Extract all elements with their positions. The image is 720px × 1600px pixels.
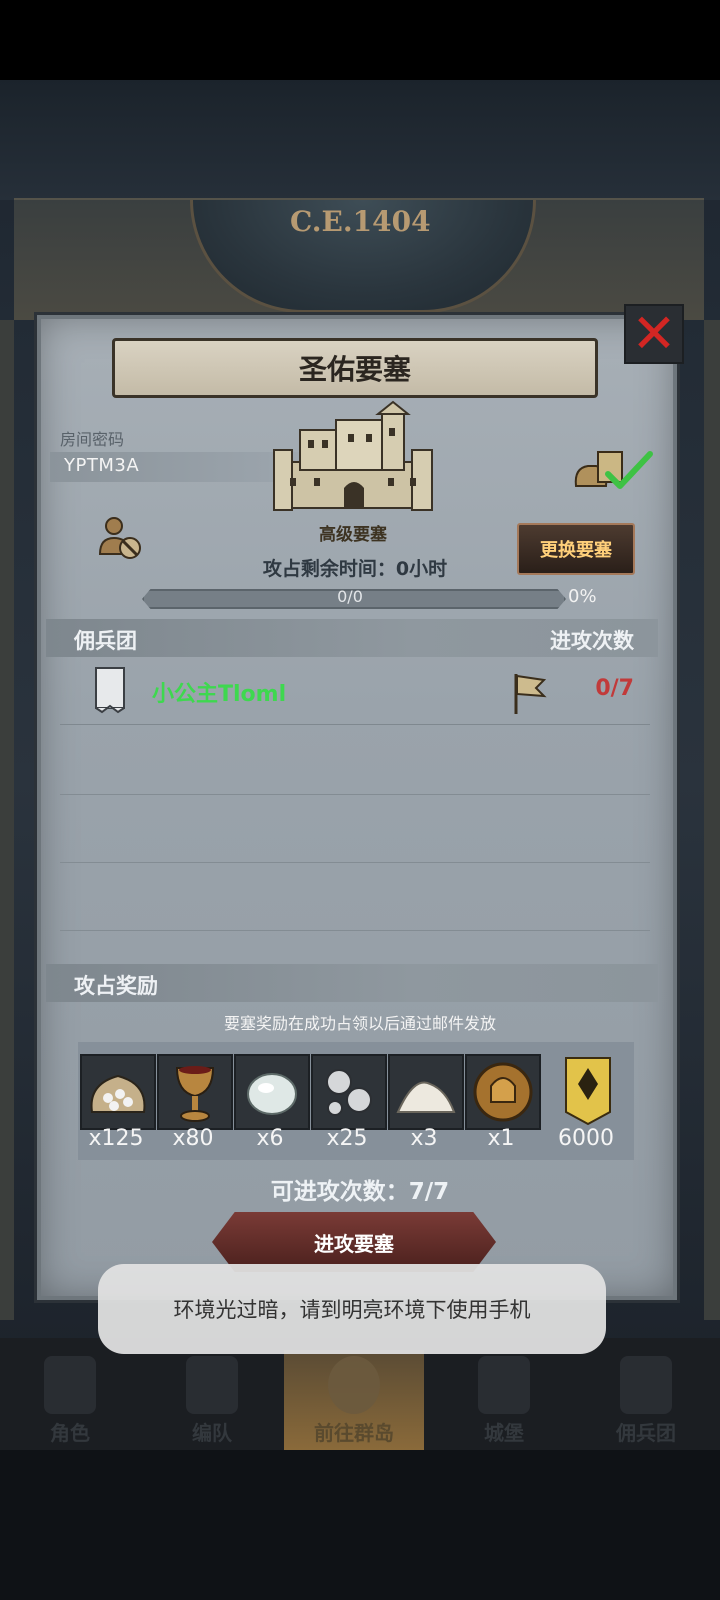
castle-icon	[478, 1356, 530, 1414]
guild-banner-icon	[95, 667, 125, 714]
reward-item[interactable]	[311, 1054, 387, 1130]
goblet-icon	[175, 1066, 215, 1122]
globe-icon	[328, 1356, 380, 1414]
change-fortress-button[interactable]: 更换要塞	[517, 523, 635, 575]
left-edge	[0, 320, 14, 1320]
silver-ore-bag-icon	[90, 1074, 146, 1113]
time-left-value: 0	[395, 558, 410, 580]
attack-count-header: 进攻次数	[550, 629, 634, 653]
reward-item[interactable]	[157, 1054, 233, 1130]
room-code-value[interactable]: YPTM3A	[64, 455, 139, 476]
close-button[interactable]: ✕	[624, 304, 684, 364]
white-gem-icon	[247, 1073, 297, 1115]
castle-icon	[273, 400, 433, 511]
right-edge	[704, 320, 720, 1320]
reward-header-label: 攻占奖励	[74, 974, 158, 998]
capture-progress-pct: 0%	[568, 586, 597, 607]
nav-label: 编队	[192, 1421, 232, 1445]
top-band	[0, 80, 720, 200]
reward-item[interactable]	[465, 1054, 541, 1130]
player-blocked-icon[interactable]	[96, 514, 142, 560]
reward-qty: 6000	[558, 1126, 614, 1151]
helmet-medal-icon	[473, 1062, 533, 1122]
reward-qty: x6	[256, 1126, 284, 1151]
reward-qty: x80	[172, 1126, 214, 1151]
reward-note: 要塞奖励在成功占领以后通过邮件发放	[223, 1014, 496, 1033]
reward-header: 攻占奖励	[46, 964, 658, 1002]
reward-item[interactable]	[80, 1054, 156, 1130]
silver-beads-icon	[326, 1069, 372, 1116]
mercenary-row[interactable]: 小公主Tloml 0/7	[60, 660, 650, 725]
status-bar	[0, 0, 720, 80]
flag-icon	[514, 674, 547, 714]
mercenary-name: 小公主Tloml	[152, 682, 287, 707]
white-powder-icon	[396, 1081, 456, 1113]
room-code-label: 房间密码	[60, 430, 125, 449]
knight-icon	[44, 1356, 96, 1414]
mercenary-header: 佣兵团 进攻次数	[46, 619, 658, 657]
fortress-type: 高级要塞	[319, 525, 387, 545]
nav-item-islands[interactable]: 前往群岛	[284, 1350, 424, 1450]
reward-bag-check-icon[interactable]	[572, 446, 656, 492]
mercenary-header-label: 佣兵团	[74, 629, 137, 653]
fortress-title: 圣佑要塞	[112, 338, 598, 398]
era-label: C.E.1404	[290, 205, 431, 238]
mercenary-attack-count: 0/7	[595, 676, 634, 701]
nav-item-formation[interactable]: 编队	[142, 1350, 282, 1450]
empty-row-divider	[60, 930, 650, 931]
nav-label: 前往群岛	[314, 1421, 394, 1445]
nav-item-mercenary[interactable]: 佣兵团	[576, 1350, 716, 1450]
nav-label: 城堡	[484, 1421, 524, 1445]
time-left-label: 攻占剩余时间：	[262, 558, 396, 580]
nav-item-castle[interactable]: 城堡	[434, 1350, 574, 1450]
reward-item[interactable]	[552, 1054, 624, 1126]
time-left-unit: 小时	[409, 558, 448, 580]
reward-qty: x3	[410, 1126, 438, 1151]
nav-label: 佣兵团	[616, 1421, 676, 1445]
nav-item-character[interactable]: 角色	[0, 1350, 140, 1450]
nav-label: 角色	[50, 1421, 90, 1445]
reward-qty: x125	[88, 1126, 144, 1151]
attack-fortress-button[interactable]: 进攻要塞	[212, 1212, 496, 1272]
ship-icon	[620, 1356, 672, 1414]
time-left: 攻占剩余时间：0小时	[200, 554, 510, 581]
capture-progress-text: 0/0	[337, 587, 363, 606]
reward-item[interactable]	[388, 1054, 464, 1130]
attacks-available: 可进攻次数：7/7	[270, 1179, 450, 1205]
reward-item[interactable]	[234, 1054, 310, 1130]
helmet-icon	[186, 1356, 238, 1414]
bottom-area	[0, 1450, 720, 1600]
empty-row-divider	[60, 862, 650, 863]
toast-message: 环境光过暗，请到明亮环境下使用手机	[98, 1264, 606, 1354]
empty-row-divider	[60, 794, 650, 795]
reward-qty: x25	[326, 1126, 368, 1151]
rank-badge-icon	[565, 1057, 611, 1126]
close-icon: ✕	[631, 302, 677, 365]
reward-qty: x1	[487, 1126, 515, 1151]
